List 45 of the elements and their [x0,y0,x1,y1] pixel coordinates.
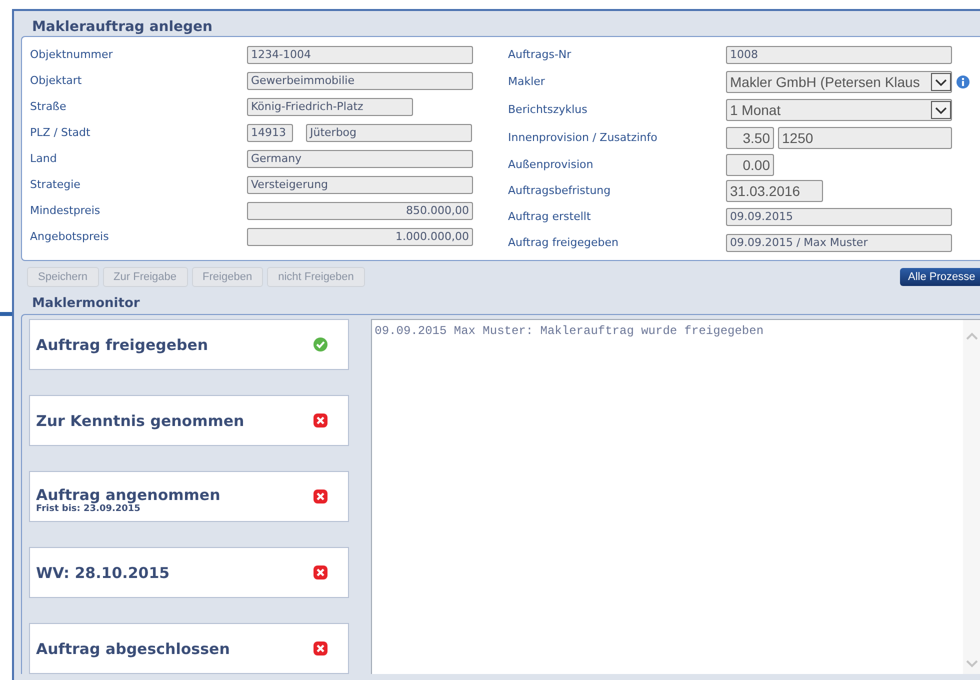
field-label: Objektnummer [30,46,114,63]
input-field[interactable]: 09.09.2015 / Max Muster [726,234,952,252]
field-label: Auftrags-Nr [508,46,572,63]
input-field[interactable]: 1234-1004 [247,46,473,64]
input-field[interactable]: 1008 [726,46,952,64]
status-title: WV: 28.10.2015 [36,564,171,582]
field-label: Land [30,150,58,167]
field-label: Straße [30,98,68,115]
field-label: Strategie [30,176,82,193]
field-label: Auftragsbefristung [508,182,612,199]
input-field[interactable]: 1250 [778,127,952,149]
log-text: 09.09.2015 Max Muster: Maklerauftrag wurde freigegeben [374,323,764,336]
field-label: Auftrag freigegeben [508,234,620,251]
status-title: Auftrag abgeschlossen [36,640,231,658]
field-label: Mindestpreis [30,202,102,219]
input-field[interactable]: Jüterbog [306,124,472,142]
field-label: Außenprovision [508,156,594,173]
date-field[interactable]: 31.03.2016 [726,180,823,202]
input-field[interactable]: König-Friedrich-Platz [247,98,413,116]
all-processes-button[interactable]: Alle Prozesse [900,268,980,286]
status-title: Zur Kenntnis genommen [36,412,246,430]
input-field[interactable]: 850.000,00 [247,202,473,220]
field-label: Objektart [30,72,83,89]
section-title: Maklermonitor [32,294,140,312]
info-icon[interactable] [956,75,970,89]
input-field[interactable]: Germany [247,150,473,168]
field-label: PLZ / Stadt [30,124,92,141]
field-label: Innenprovision / Zusatzinfo [508,130,658,146]
input-field[interactable]: 1.000.000,00 [247,228,473,246]
dropdown[interactable]: Makler GmbH (Petersen Klaus [726,71,952,93]
status-title: Auftrag freigegeben [36,336,210,354]
input-field[interactable]: 0.00 [726,154,774,176]
deadline-text: Frist bis: 23.09.2015 [36,504,142,514]
field-label: Angebotspreis [30,228,110,245]
status-title: Auftrag angenommen [36,486,222,504]
field-label: Berichtszyklus [508,102,588,118]
input-field[interactable]: 14913 [247,124,293,142]
input-field[interactable]: Gewerbeimmobilie [247,72,473,90]
dropdown[interactable]: 1 Monat [726,99,952,121]
panel-title: Maklerauftrag anlegen [32,19,213,35]
input-field[interactable]: Versteigerung [247,176,473,194]
field-label: Makler [508,74,546,90]
input-field[interactable]: 09.09.2015 [726,208,952,226]
input-field[interactable]: 3.50 [726,127,774,149]
field-label: Auftrag erstellt [508,208,592,225]
